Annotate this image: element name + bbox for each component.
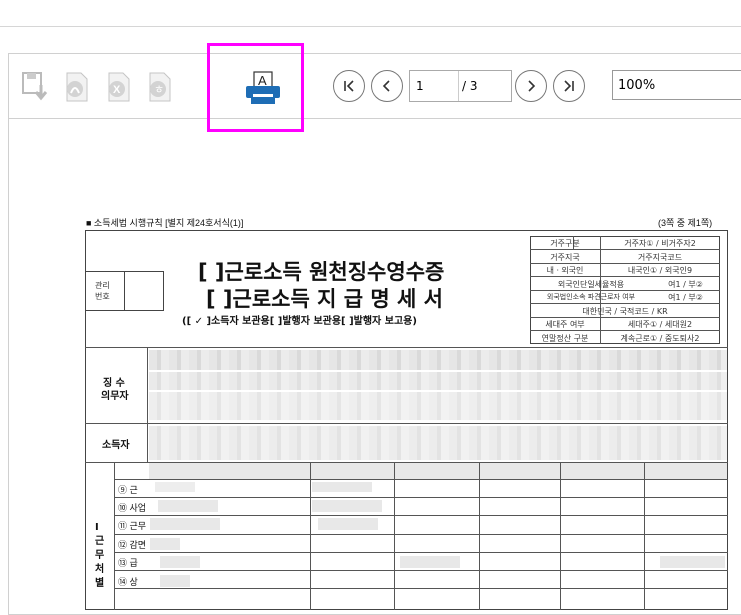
redacted-cell — [318, 518, 378, 530]
form-title-1: [ ]근로소득 원천징수영수증 — [198, 260, 445, 284]
row-item-4: ⑫ 감면 — [118, 540, 147, 550]
redacted-block — [149, 426, 727, 460]
info-value-country: 거주지국코드 — [637, 253, 683, 262]
info-label-dispatched: 외국법인소속 파견근로자 여부 — [546, 293, 636, 301]
info-value-nationality: 내국인① / 외국인9 — [627, 266, 693, 275]
info-label-country: 거주지국 — [550, 253, 580, 262]
form-header-left: ■ 소득세법 시행규칙 [별지 제24호서식(1)] — [86, 218, 244, 228]
info-value-dispatched: 여1 / 부② — [668, 293, 703, 302]
redacted-cell — [400, 556, 460, 568]
info-label-household: 세대주 여부 — [545, 320, 585, 329]
redacted-cell — [150, 518, 220, 530]
info-label-flat-rate: 외국인단일세율적용 — [557, 280, 625, 289]
info-label-settlement: 연말정산 구분 — [541, 334, 589, 343]
info-value-nation: 대한민국 / 국적코드 / KR — [582, 307, 668, 316]
redacted-cell — [312, 482, 372, 492]
withholder-label-2: 의무자 — [101, 391, 129, 402]
info-value-residency: 거주자① / 비거주자2 — [624, 239, 696, 248]
info-label-residency: 거주구분 — [550, 239, 580, 248]
redacted-cell — [160, 575, 190, 587]
mgmt-value-box — [124, 271, 164, 311]
redacted-cell — [155, 482, 195, 492]
row-item-1: ⑨ 근 — [118, 485, 138, 495]
row-item-6: ⑭ 상 — [118, 577, 138, 587]
redacted-cell — [312, 500, 382, 512]
redacted-header — [149, 463, 727, 479]
info-value-flat-rate: 여1 / 부② — [668, 280, 703, 289]
redacted-block — [149, 372, 727, 390]
redacted-cell — [158, 500, 218, 512]
info-label-nationality: 내ㆍ외국인 — [546, 266, 584, 275]
document-page: ■ 소득세법 시행규칙 [별지 제24호서식(1)] (3쪽 중 제1쪽) 관리… — [0, 0, 741, 610]
redacted-cell — [160, 556, 200, 568]
form-header-right: (3쪽 중 제1쪽) — [658, 218, 713, 228]
form-divider — [85, 347, 728, 348]
info-value-household: 세대주① / 세대원2 — [627, 320, 693, 329]
earner-label: 소득자 — [102, 440, 130, 451]
section-label-workplace: Ⅰ 근 무 처 별 — [95, 522, 105, 589]
form-title-2: [ ]근로소득 지 급 명 세 서 — [206, 287, 443, 311]
row-item-5: ⑬ 급 — [118, 558, 138, 568]
mgmt-label-2: 번호 — [95, 292, 110, 301]
redacted-cell — [660, 556, 725, 568]
row-item-3: ⑪ 근무 — [118, 521, 147, 531]
redacted-block — [149, 350, 727, 370]
mgmt-label-1: 관리 — [95, 281, 110, 290]
row-item-2: ⑩ 사업 — [118, 503, 147, 513]
copy-type-line: ([ ✓ ]소득자 보관용[ ]발행자 보관용[ ]발행자 보고용) — [182, 316, 417, 327]
info-value-settlement: 계속근로① / 중도퇴사2 — [620, 334, 700, 343]
redacted-block — [149, 392, 727, 420]
redacted-cell — [150, 538, 180, 550]
